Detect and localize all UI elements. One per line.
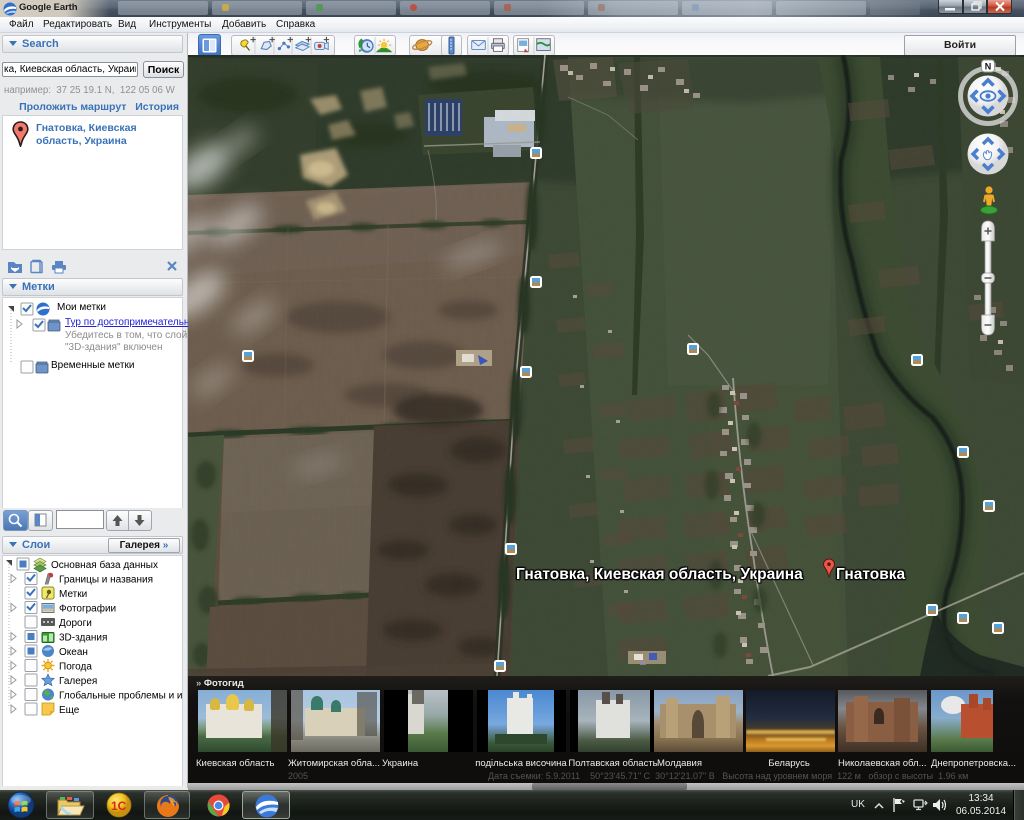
svg-text:Основная база данных: Основная база данных xyxy=(51,559,158,571)
svg-text:Границы и названия: Границы и названия xyxy=(59,575,153,586)
svg-text:Еще: Еще xyxy=(59,705,80,716)
svg-text:Океан: Океан xyxy=(59,647,88,658)
svg-text:Галерея: Галерея xyxy=(59,676,97,687)
svg-text:3D-здания: 3D-здания xyxy=(59,633,107,644)
svg-text:Погода: Погода xyxy=(59,662,92,673)
svg-text:Дороги: Дороги xyxy=(59,618,92,629)
svg-text:1С: 1С xyxy=(111,799,127,813)
svg-text:N: N xyxy=(985,62,992,72)
svg-text:Глобальные проблемы и и...: Глобальные проблемы и и... xyxy=(59,690,182,702)
svg-text:Метки: Метки xyxy=(59,589,87,600)
svg-text:Фотографии: Фотографии xyxy=(59,603,116,615)
